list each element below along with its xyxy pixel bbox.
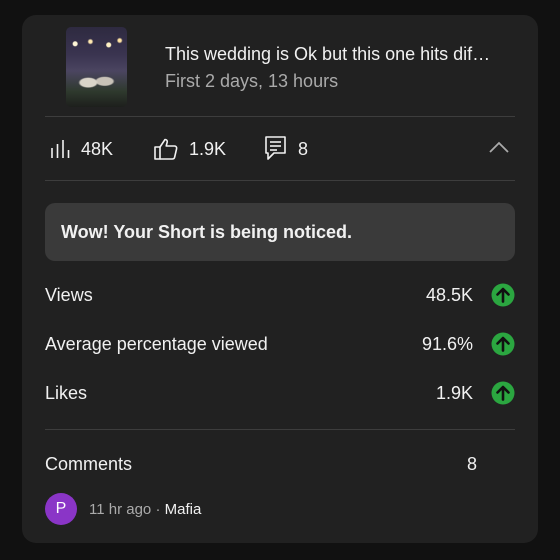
metric-label: Likes bbox=[45, 383, 88, 403]
thumbnail-people bbox=[76, 67, 117, 93]
metric-value: 1.9K bbox=[435, 383, 473, 403]
notice-text: Wow! Your Short is being noticed. bbox=[61, 221, 353, 242]
comment-icon bbox=[264, 135, 288, 163]
short-analytics-card: This wedding is Ok but this one hits dif… bbox=[22, 15, 538, 543]
metric-likes: Likes 1.9K bbox=[45, 379, 515, 409]
likes-count: 1.9K bbox=[189, 138, 227, 159]
comments-total: 8 bbox=[466, 454, 477, 474]
comment-separator: · bbox=[151, 500, 165, 518]
collapse-button[interactable] bbox=[487, 137, 511, 161]
thumbs-up-icon bbox=[153, 137, 179, 161]
comment-time: 11 hr ago bbox=[89, 500, 152, 518]
trend-up-icon bbox=[491, 332, 515, 356]
latest-comment[interactable]: P 11 hr ago · Mafia bbox=[45, 493, 201, 525]
comments-label: Comments bbox=[45, 454, 133, 474]
metric-value: 48.5K bbox=[425, 285, 473, 305]
comments-count: 8 bbox=[298, 138, 309, 159]
metric-label: Average percentage viewed bbox=[45, 334, 268, 354]
trend-up-icon bbox=[491, 381, 515, 405]
video-thumbnail[interactable] bbox=[66, 27, 127, 107]
video-title[interactable]: This wedding is Ok but this one hits dif… bbox=[165, 44, 523, 65]
views-stat: 48K bbox=[49, 133, 113, 165]
divider-comments bbox=[45, 429, 515, 430]
comments-row[interactable]: Comments 8 bbox=[45, 452, 515, 478]
bar-chart-icon bbox=[49, 138, 71, 160]
metric-value: 91.6% bbox=[421, 334, 473, 354]
metric-views: Views 48.5K bbox=[45, 281, 515, 311]
trend-up-icon bbox=[491, 283, 515, 307]
stats-row: 48K 1.9K 8 bbox=[45, 133, 515, 165]
likes-stat: 1.9K bbox=[153, 133, 226, 165]
notice-banner: Wow! Your Short is being noticed. bbox=[45, 203, 515, 261]
divider-top bbox=[45, 116, 515, 117]
comment-author: Mafia bbox=[164, 500, 202, 518]
metric-avg-percentage: Average percentage viewed 91.6% bbox=[45, 330, 515, 360]
views-count: 48K bbox=[81, 138, 114, 159]
video-period: First 2 days, 13 hours bbox=[165, 71, 339, 91]
comment-meta: 11 hr ago · Mafia bbox=[89, 501, 201, 518]
thumbnail-lights bbox=[66, 35, 127, 57]
divider-stats bbox=[45, 180, 515, 181]
metric-label: Views bbox=[45, 285, 93, 305]
chevron-up-icon bbox=[488, 140, 510, 159]
avatar[interactable]: P bbox=[45, 493, 77, 525]
comments-stat: 8 bbox=[264, 133, 308, 165]
